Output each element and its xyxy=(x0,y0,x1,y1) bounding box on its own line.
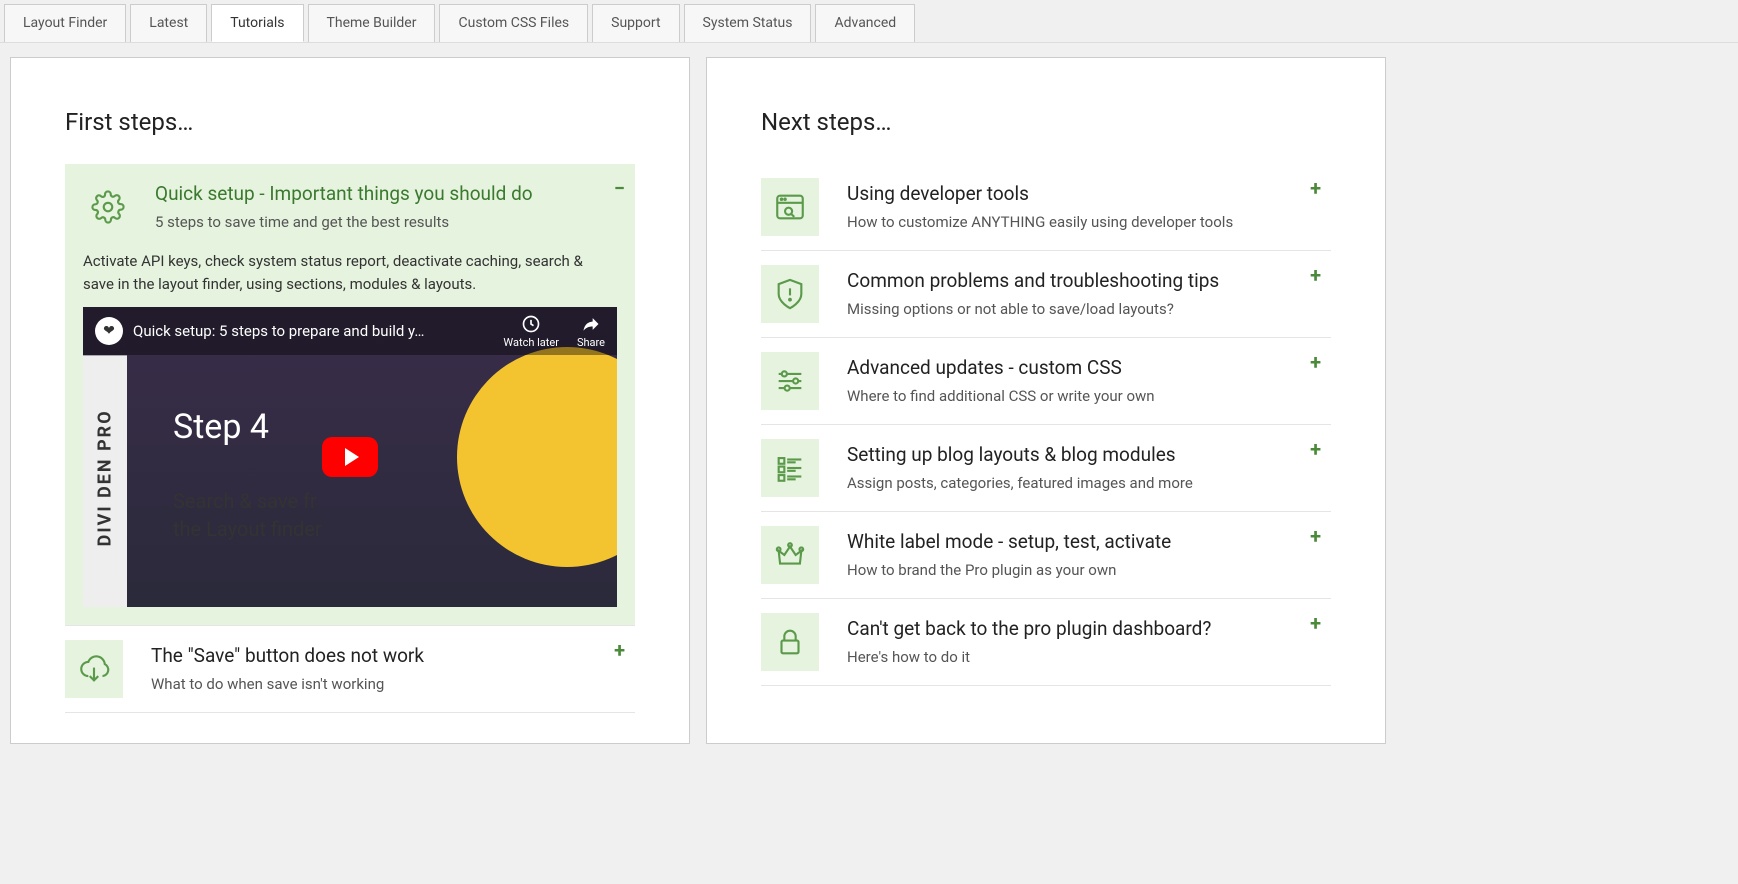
tutorial-title: Common problems and troubleshooting tips xyxy=(847,269,1319,292)
channel-avatar-icon[interactable]: ❤ xyxy=(95,317,123,345)
gear-icon xyxy=(79,178,137,236)
first-steps-panel: First steps… Quick setup - Important thi… xyxy=(10,57,690,744)
tutorial-item-custom-css[interactable]: Advanced updates - custom CSS Where to f… xyxy=(761,338,1331,425)
tab-layout-finder[interactable]: Layout Finder xyxy=(4,4,126,42)
tutorial-subtitle: 5 steps to save time and get the best re… xyxy=(155,213,619,231)
tutorial-subtitle: Assign posts, categories, featured image… xyxy=(847,474,1319,492)
video-title[interactable]: Quick setup: 5 steps to prepare and buil… xyxy=(133,322,503,340)
tutorial-subtitle: Missing options or not able to save/load… xyxy=(847,300,1319,318)
crown-icon xyxy=(761,526,819,584)
sliders-icon xyxy=(761,352,819,410)
expand-icon[interactable]: + xyxy=(1310,178,1321,198)
expand-icon[interactable]: + xyxy=(614,640,625,660)
list-icon xyxy=(761,439,819,497)
video-header: ❤ Quick setup: 5 steps to prepare and bu… xyxy=(83,307,617,355)
tutorial-item-troubleshooting[interactable]: Common problems and troubleshooting tips… xyxy=(761,251,1331,338)
tutorial-title: Using developer tools xyxy=(847,182,1319,205)
tutorial-subtitle: How to brand the Pro plugin as your own xyxy=(847,561,1319,579)
collapse-icon[interactable]: − xyxy=(614,178,625,198)
tutorial-subtitle: How to customize ANYTHING easily using d… xyxy=(847,213,1319,231)
share-button[interactable]: Share xyxy=(577,314,605,349)
expand-icon[interactable]: + xyxy=(1310,439,1321,459)
tab-system-status[interactable]: System Status xyxy=(684,4,812,42)
tutorial-item-quick-setup[interactable]: Quick setup - Important things you shoul… xyxy=(65,164,635,250)
tutorial-title: Quick setup - Important things you shoul… xyxy=(155,182,619,205)
first-steps-heading: First steps… xyxy=(65,108,635,136)
tutorial-item-white-label[interactable]: White label mode - setup, test, activate… xyxy=(761,512,1331,599)
watch-later-button[interactable]: Watch later xyxy=(503,314,559,349)
tutorial-title: Can't get back to the pro plugin dashboa… xyxy=(847,617,1319,640)
tutorial-subtitle: Here's how to do it xyxy=(847,648,1319,666)
tutorial-subtitle: Where to find additional CSS or write yo… xyxy=(847,387,1319,405)
video-brand-strip: DIVI DEN PRO xyxy=(83,355,127,607)
tutorial-title: Setting up blog layouts & blog modules xyxy=(847,443,1319,466)
tutorial-title: Advanced updates - custom CSS xyxy=(847,356,1319,379)
tab-latest[interactable]: Latest xyxy=(130,4,207,42)
tutorial-item-blog-layouts[interactable]: Setting up blog layouts & blog modules A… xyxy=(761,425,1331,512)
shield-alert-icon xyxy=(761,265,819,323)
tab-theme-builder[interactable]: Theme Builder xyxy=(308,4,436,42)
expand-icon[interactable]: + xyxy=(1310,265,1321,285)
next-steps-panel: Next steps… Using developer tools How to… xyxy=(706,57,1386,744)
tutorial-subtitle: What to do when save isn't working xyxy=(151,675,623,693)
play-button-icon[interactable] xyxy=(322,437,378,477)
lock-icon xyxy=(761,613,819,671)
main-content: First steps… Quick setup - Important thi… xyxy=(0,43,1738,758)
tutorial-title: The "Save" button does not work xyxy=(151,644,623,667)
tutorial-item-dashboard-access[interactable]: Can't get back to the pro plugin dashboa… xyxy=(761,599,1331,686)
browser-search-icon xyxy=(761,178,819,236)
tab-support[interactable]: Support xyxy=(592,4,679,42)
video-embed[interactable]: ❤ Quick setup: 5 steps to prepare and bu… xyxy=(83,307,617,607)
expand-icon[interactable]: + xyxy=(1310,352,1321,372)
tab-custom-css[interactable]: Custom CSS Files xyxy=(439,4,588,42)
expand-icon[interactable]: + xyxy=(1310,526,1321,546)
tab-tutorials[interactable]: Tutorials xyxy=(211,4,303,42)
video-overlay-text: Step 4 Search & save frthe Layout finder xyxy=(173,407,322,555)
tutorial-item-save-button[interactable]: The "Save" button does not work What to … xyxy=(65,626,635,713)
tab-bar: Layout Finder Latest Tutorials Theme Bui… xyxy=(0,0,1738,43)
expand-icon[interactable]: + xyxy=(1310,613,1321,633)
tab-advanced[interactable]: Advanced xyxy=(815,4,915,42)
tutorial-description: Activate API keys, check system status r… xyxy=(83,250,617,295)
tutorial-item-dev-tools[interactable]: Using developer tools How to customize A… xyxy=(761,164,1331,251)
cloud-download-icon xyxy=(65,640,123,698)
tutorial-expanded-content: Activate API keys, check system status r… xyxy=(65,250,635,626)
next-steps-heading: Next steps… xyxy=(761,108,1331,136)
tutorial-title: White label mode - setup, test, activate xyxy=(847,530,1319,553)
